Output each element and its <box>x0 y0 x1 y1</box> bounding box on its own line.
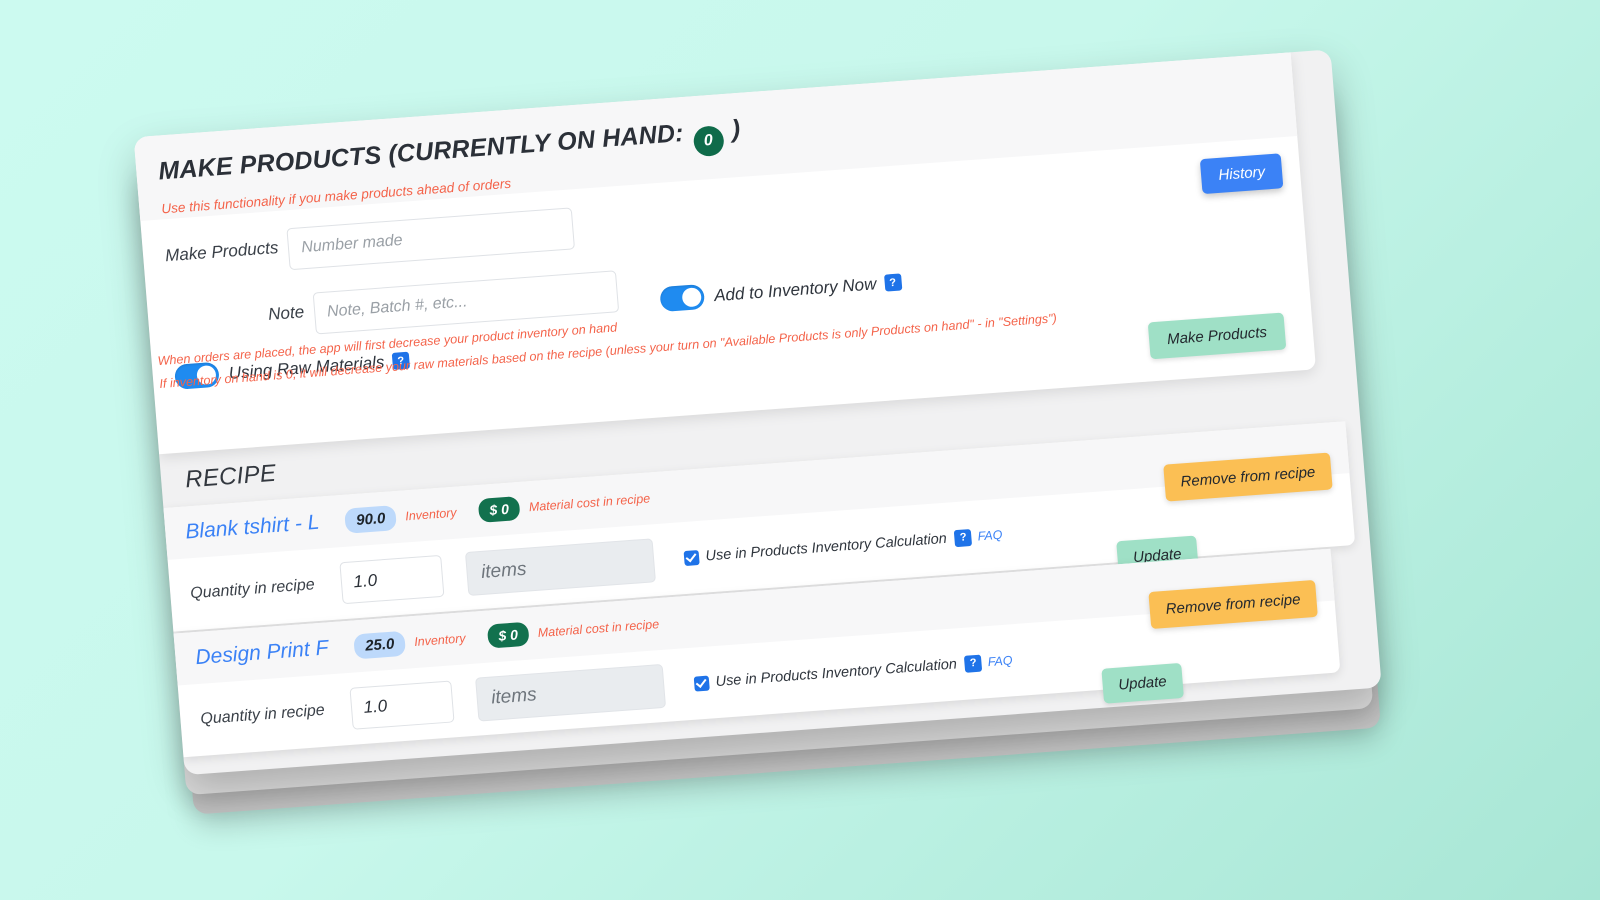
add-to-inventory-toggle[interactable] <box>659 283 706 313</box>
on-hand-count-badge: 0 <box>692 125 725 158</box>
inventory-label: Inventory <box>404 505 458 524</box>
help-icon[interactable]: ? <box>964 654 983 673</box>
use-in-calculation-checkbox[interactable] <box>683 549 700 566</box>
update-button[interactable]: Update <box>1100 662 1184 704</box>
inventory-badge: 25.0 <box>353 630 407 659</box>
help-icon[interactable]: ? <box>954 528 973 547</box>
history-button[interactable]: History <box>1200 153 1284 195</box>
page-title-suffix: ) <box>730 114 742 144</box>
inventory-label: Inventory <box>413 631 467 650</box>
main-card: MAKE PRODUCTS (CURRENTLY ON HAND: 0 ) Us… <box>133 49 1382 776</box>
use-in-calculation-group: Use in Products Inventory Calculation ? … <box>693 652 1013 692</box>
help-icon[interactable]: ? <box>883 273 902 292</box>
use-in-calculation-label: Use in Products Inventory Calculation <box>715 656 958 691</box>
recipe-item-name[interactable]: Blank tshirt - L <box>185 511 321 545</box>
app-stage: MAKE PRODUCTS (CURRENTLY ON HAND: 0 ) Us… <box>133 45 1447 835</box>
faq-link[interactable]: FAQ <box>987 653 1013 669</box>
material-cost-badge: $ 0 <box>477 496 521 523</box>
use-in-calculation-checkbox[interactable] <box>693 675 710 692</box>
quantity-label: Quantity in recipe <box>199 701 326 728</box>
make-products-label: Make Products <box>164 237 280 266</box>
material-cost-label: Material cost in recipe <box>528 491 651 515</box>
unit-input: items <box>464 538 656 596</box>
make-products-input[interactable]: Number made <box>286 207 576 271</box>
inventory-badge: 90.0 <box>344 504 398 534</box>
use-in-calculation-label: Use in Products Inventory Calculation <box>704 530 948 565</box>
quantity-label: Quantity in recipe <box>189 576 316 603</box>
material-cost-badge: $ 0 <box>486 621 530 649</box>
quantity-input[interactable]: 1.0 <box>338 554 444 605</box>
recipe-section-title: RECIPE <box>184 459 278 494</box>
use-in-calculation-group: Use in Products Inventory Calculation ? … <box>683 526 1003 566</box>
make-products-panel: MAKE PRODUCTS (CURRENTLY ON HAND: 0 ) Us… <box>133 52 1317 455</box>
note-label: Note <box>267 302 305 324</box>
recipe-item-name[interactable]: Design Print F <box>195 636 330 670</box>
material-cost-label: Material cost in recipe <box>537 617 660 640</box>
faq-link[interactable]: FAQ <box>977 528 1003 544</box>
quantity-input[interactable]: 1.0 <box>348 680 455 730</box>
unit-input: items <box>474 663 666 722</box>
